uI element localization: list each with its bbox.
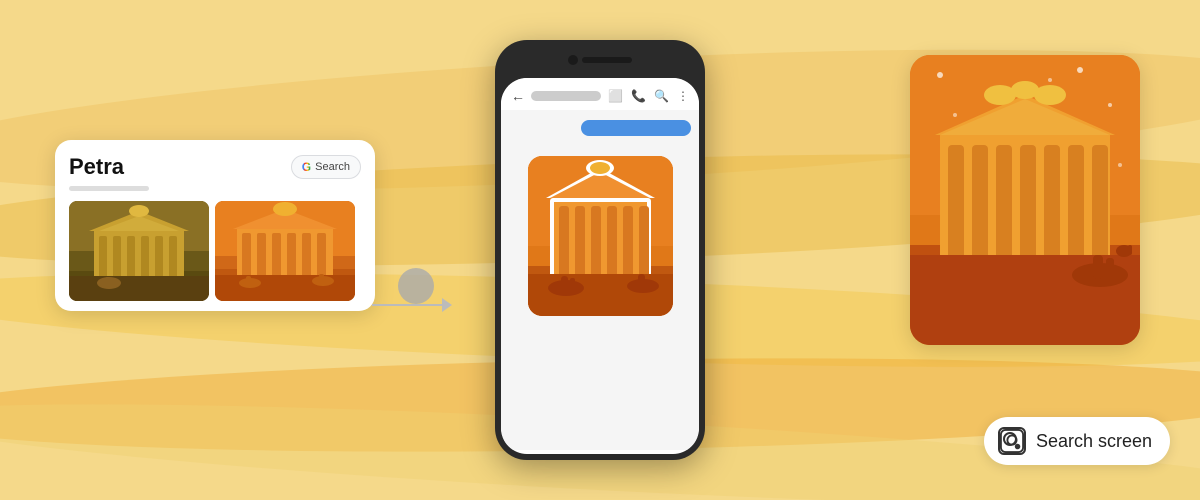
google-search-button[interactable]: G Search — [291, 155, 361, 179]
phone-chat-body — [501, 110, 699, 450]
right-petra-svg — [910, 55, 1140, 345]
petra-svg-2 — [215, 201, 355, 301]
message-bubble — [581, 120, 691, 136]
mobile-phone: ← ⬜ 📞 🔍 ⋮ — [495, 40, 705, 460]
lens-svg-icon — [1000, 428, 1024, 454]
topbar-left: ← — [511, 88, 601, 104]
petra-image-1[interactable] — [69, 201, 209, 301]
petra-image-2[interactable] — [215, 201, 355, 301]
search-result-card: Petra G Search — [55, 140, 375, 311]
search-button-label: Search — [315, 161, 350, 173]
search-screen-badge: Search screen — [984, 417, 1170, 465]
topbar-icons: ⬜ 📞 🔍 ⋮ — [608, 89, 689, 103]
contact-name-placeholder — [531, 91, 601, 101]
card-title: Petra — [69, 154, 124, 180]
more-options-icon[interactable]: ⋮ — [677, 89, 689, 103]
phone-speaker — [582, 57, 632, 63]
card-header: Petra G Search — [69, 154, 361, 180]
card-images — [69, 201, 361, 301]
phone-image-card[interactable] — [528, 156, 673, 316]
arrow-svg — [372, 280, 452, 330]
main-scene: Petra G Search — [0, 0, 1200, 500]
petra-svg-1 — [69, 201, 209, 301]
right-petra-card — [910, 55, 1140, 345]
search-icon[interactable]: 🔍 — [654, 89, 669, 103]
google-g-logo: G — [302, 160, 311, 174]
phone-notch — [495, 40, 705, 80]
card-subtitle-line — [69, 186, 149, 191]
phone-topbar: ← ⬜ 📞 🔍 ⋮ — [501, 78, 699, 110]
phone-screen: ← ⬜ 📞 🔍 ⋮ — [501, 78, 699, 454]
phone-petra-svg — [528, 156, 673, 316]
phone-camera — [568, 55, 578, 65]
video-call-icon[interactable]: ⬜ — [608, 89, 623, 103]
pointer-arrow — [372, 280, 452, 335]
phone-call-icon[interactable]: 📞 — [631, 89, 646, 103]
search-screen-label: Search screen — [1036, 431, 1152, 452]
lens-icon — [998, 427, 1026, 455]
back-arrow-icon[interactable]: ← — [511, 88, 525, 104]
